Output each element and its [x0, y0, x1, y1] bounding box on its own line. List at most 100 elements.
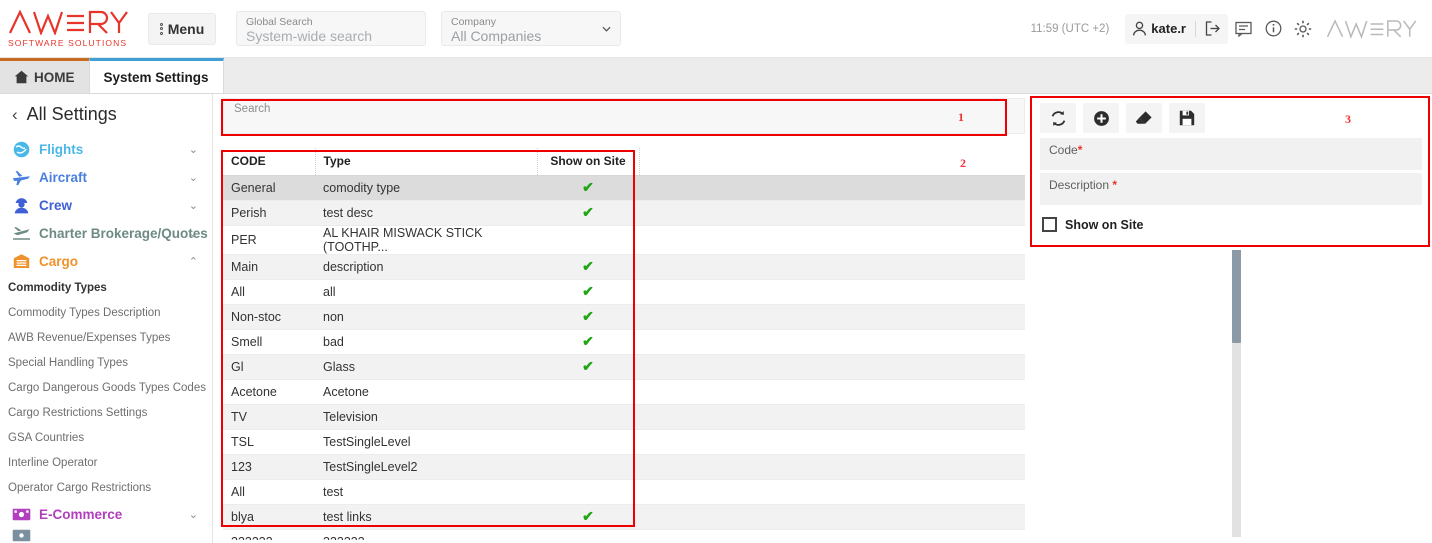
sidebar-group-ecommerce[interactable]: E-Commerce ⌄ [0, 500, 212, 528]
sidebar-group-partial[interactable] [0, 528, 212, 542]
table-row[interactable]: TSLTestSingleLevel [223, 429, 1025, 454]
cell-type: test desc [315, 200, 537, 225]
sidebar-group-cargo[interactable]: Cargo ⌃ [0, 247, 212, 275]
user-chip[interactable]: kate.r [1125, 14, 1228, 44]
sidebar-group-aircraft[interactable]: Aircraft ⌄ [0, 163, 212, 191]
info-button[interactable] [1258, 14, 1288, 44]
annotation-number-1: 1 [958, 110, 964, 125]
table-row[interactable]: 333333333333 [223, 529, 1025, 540]
add-button[interactable] [1083, 103, 1119, 133]
sidebar-item-label: Operator Cargo Restrictions [8, 482, 151, 494]
cell-show-on-site: ✔ [537, 279, 639, 304]
sidebar-item-label: GSA Countries [8, 432, 84, 444]
table-row[interactable]: Perishtest desc✔ [223, 200, 1025, 225]
chevron-left-icon: ‹ [12, 106, 18, 123]
global-search-field[interactable]: Global Search System-wide search [236, 11, 426, 46]
sidebar-item-awb-revenue-expenses-types[interactable]: AWB Revenue/Expenses Types [0, 325, 212, 350]
table-row[interactable]: Maindescription✔ [223, 254, 1025, 279]
sidebar-item-label: Commodity Types [8, 282, 107, 294]
sidebar-group-ecommerce-label: E-Commerce [39, 507, 122, 522]
table-row[interactable]: PERAL KHAIR MISWACK STICK (TOOTHP... [223, 225, 1025, 254]
tab-system-settings[interactable]: System Settings [89, 58, 224, 93]
cell-filler [639, 479, 1025, 504]
cell-type: Acetone [315, 379, 537, 404]
chevron-down-icon[interactable] [602, 24, 611, 33]
sidebar-item-operator-cargo-restrictions[interactable]: Operator Cargo Restrictions [0, 475, 212, 500]
cell-show-on-site [537, 404, 639, 429]
cell-show-on-site: ✔ [537, 175, 639, 200]
cell-code: Smell [223, 329, 315, 354]
company-selector[interactable]: Company All Companies [441, 11, 621, 46]
sidebar-item-gsa-countries[interactable]: GSA Countries [0, 425, 212, 450]
code-field[interactable]: Code* [1040, 138, 1422, 170]
description-field[interactable]: Description * [1040, 173, 1422, 205]
sidebar-item-label: Interline Operator [8, 457, 98, 469]
table-row[interactable]: TVTelevision [223, 404, 1025, 429]
sidebar-item-interline-operator[interactable]: Interline Operator [0, 450, 212, 475]
cell-type: TestSingleLevel [315, 429, 537, 454]
logo-wordmark [8, 9, 140, 35]
cell-type: TestSingleLevel2 [315, 454, 537, 479]
clear-button[interactable] [1126, 103, 1162, 133]
menu-button[interactable]: Menu [148, 13, 216, 45]
table-row[interactable]: GlGlass✔ [223, 354, 1025, 379]
cell-code: Non-stoc [223, 304, 315, 329]
warehouse-icon [12, 252, 31, 271]
table-row[interactable]: 123TestSingleLevel2 [223, 454, 1025, 479]
sidebar-item-label: Cargo Dangerous Goods Types Codes [8, 382, 206, 394]
check-icon: ✔ [582, 508, 594, 524]
sidebar-title: All Settings [27, 104, 117, 125]
sidebar-group-crew[interactable]: Crew ⌄ [0, 191, 212, 219]
messages-button[interactable] [1228, 14, 1258, 44]
check-icon: ✔ [582, 179, 594, 195]
sidebar-item-label: AWB Revenue/Expenses Types [8, 332, 170, 344]
sidebar-item-commodity-types-description[interactable]: Commodity Types Description [0, 300, 212, 325]
col-header-show-on-site[interactable]: Show on Site [537, 148, 639, 175]
check-icon: ✔ [582, 258, 594, 274]
tab-bar: HOME System Settings [0, 58, 1432, 94]
table-row[interactable]: Allall✔ [223, 279, 1025, 304]
logo-tagline: SOFTWARE SOLUTIONS [8, 38, 140, 48]
cell-code: TV [223, 404, 315, 429]
cell-show-on-site [537, 529, 639, 540]
cell-type: comodity type [315, 175, 537, 200]
table-row[interactable]: blyatest links✔ [223, 504, 1025, 529]
table-row[interactable]: Smellbad✔ [223, 329, 1025, 354]
app-root: SOFTWARE SOLUTIONS Menu Global Search Sy… [0, 0, 1432, 543]
cell-filler [639, 404, 1025, 429]
col-header-code[interactable]: CODE [223, 148, 315, 175]
sidebar-item-commodity-types[interactable]: Commodity Types [0, 275, 212, 300]
save-icon [1179, 110, 1195, 126]
save-button[interactable] [1169, 103, 1205, 133]
logout-icon[interactable] [1205, 21, 1221, 36]
cell-code: Acetone [223, 379, 315, 404]
sidebar-item-special-handling-types[interactable]: Special Handling Types [0, 350, 212, 375]
cell-show-on-site [537, 429, 639, 454]
eraser-icon [1135, 110, 1153, 126]
cell-show-on-site [537, 479, 639, 504]
sidebar-group-charter-brokerage[interactable]: Charter Brokerage/Quotes ⌄ [0, 219, 212, 247]
grid-search-field[interactable]: Search [223, 98, 1025, 134]
awery-logo[interactable]: SOFTWARE SOLUTIONS [0, 9, 140, 48]
settings-button[interactable] [1288, 14, 1318, 44]
tab-home[interactable]: HOME [0, 58, 89, 93]
table-row[interactable]: Non-stocnon✔ [223, 304, 1025, 329]
partial-group-icon [12, 526, 31, 543]
clock-display: 11:59 (UTC +2) [1031, 23, 1110, 35]
refresh-button[interactable] [1040, 103, 1076, 133]
show-on-site-row[interactable]: Show on Site [1032, 208, 1430, 232]
cell-filler [639, 429, 1025, 454]
table-row[interactable]: Alltest [223, 479, 1025, 504]
commodity-type-editor-panel: Code* Description * Show on Site [1032, 98, 1430, 250]
sidebar-item-cargo-dangerous-goods-types-codes[interactable]: Cargo Dangerous Goods Types Codes [0, 375, 212, 400]
sidebar-item-cargo-restrictions-settings[interactable]: Cargo Restrictions Settings [0, 400, 212, 425]
show-on-site-checkbox[interactable] [1042, 217, 1057, 232]
sidebar-group-flights[interactable]: Flights ⌄ [0, 135, 212, 163]
all-settings-back[interactable]: ‹ All Settings [0, 94, 212, 135]
cell-code: 333333 [223, 529, 315, 540]
table-row[interactable]: Generalcomodity type✔ [223, 175, 1025, 200]
col-header-type[interactable]: Type [315, 148, 537, 175]
table-row[interactable]: AcetoneAcetone [223, 379, 1025, 404]
cell-filler [639, 279, 1025, 304]
cell-show-on-site: ✔ [537, 504, 639, 529]
